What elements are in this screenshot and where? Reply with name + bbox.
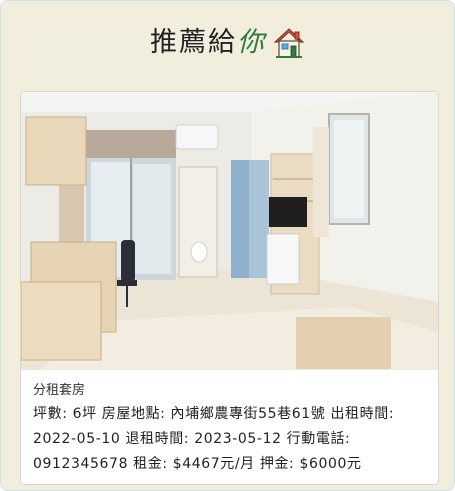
listing-card[interactable]: 分租套房 坪數: 6坪 房屋地點: 內埔鄉農專街55巷61號 出租時間: 202… — [20, 91, 439, 485]
listing-details: 坪數: 6坪 房屋地點: 內埔鄉農專街55巷61號 出租時間: 2022-05-… — [33, 402, 429, 477]
section-title: 推薦給你 — [1, 23, 454, 63]
title-accent: 你 — [236, 27, 266, 58]
deposit-value: $6000元 — [299, 456, 362, 472]
rent-end-label: 退租時間: — [125, 431, 190, 447]
rent-start-label: 出租時間: — [330, 406, 395, 422]
address-value: 內埔鄉農專街55巷61號 — [170, 406, 326, 422]
section-title-text: 推薦給你 — [150, 27, 266, 58]
room-photo — [21, 92, 438, 370]
house-icon — [273, 28, 305, 58]
phone-value: 0912345678 — [33, 456, 129, 472]
rent-value: $4467元/月 — [172, 456, 255, 472]
listing-category: 分租套房 — [33, 383, 86, 398]
address-label: 房屋地點: — [101, 406, 166, 422]
title-main: 推薦給 — [149, 27, 237, 58]
rent-label: 租金: — [133, 456, 168, 472]
phone-label: 行動電話: — [286, 431, 351, 447]
rent-start-value: 2022-05-10 — [33, 431, 121, 447]
area-value: 6坪 — [72, 406, 97, 422]
recommendation-panel: 推薦給你 分租套房 坪數: 6坪 房屋地點: 內埔鄉農專街55巷61號 出租時間… — [0, 0, 455, 491]
rent-end-value: 2023-05-12 — [194, 431, 282, 447]
area-label: 坪數: — [33, 406, 68, 422]
deposit-label: 押金: — [259, 456, 295, 472]
